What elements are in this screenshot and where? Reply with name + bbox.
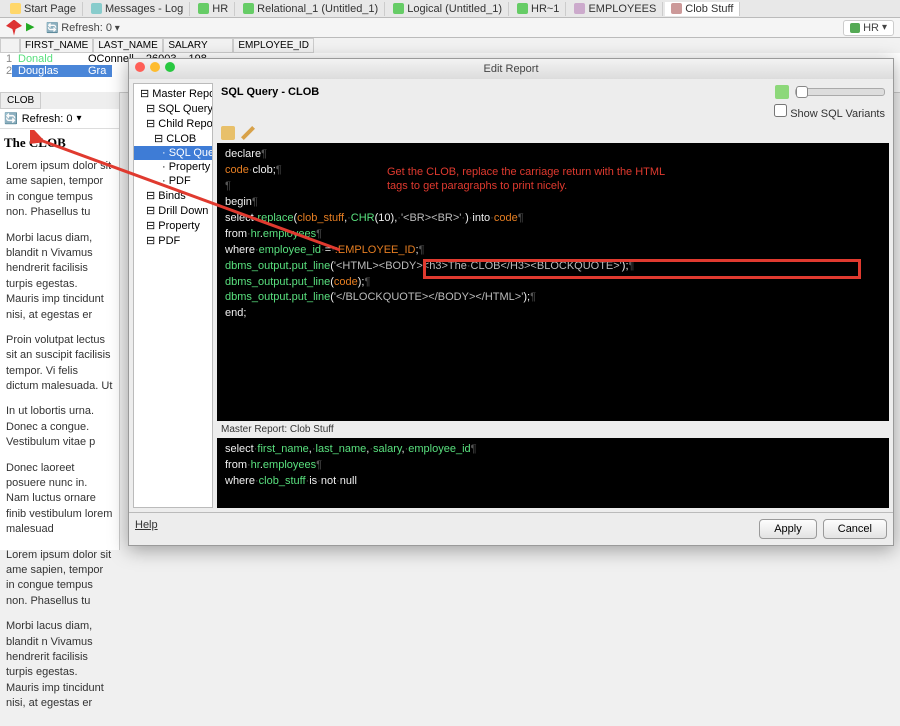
- clob-content: Lorem ipsum dolor sit ame sapien, tempor…: [0, 155, 119, 726]
- col-employee-id[interactable]: EMPLOYEE_ID: [233, 38, 314, 53]
- show-variants-checkbox[interactable]: Show SQL Variants: [774, 104, 885, 120]
- col-first-name[interactable]: FIRST_NAME: [20, 38, 93, 53]
- dialog-title: Edit Report: [483, 63, 538, 75]
- zoom-icon[interactable]: [165, 62, 175, 72]
- sql-editor-master[interactable]: select·first_name,·last_name,·salary,·em…: [217, 438, 889, 508]
- tab-logical[interactable]: Logical (Untitled_1): [387, 2, 509, 16]
- minimize-icon[interactable]: [150, 62, 160, 72]
- execute-icon[interactable]: [775, 85, 789, 99]
- tree-node[interactable]: · PDF: [134, 174, 212, 188]
- tree-node[interactable]: ⊟ Child Reports: [134, 116, 212, 131]
- panel-title: The CLOB: [0, 129, 119, 155]
- refresh-label[interactable]: 🔄 Refresh: 0 ▾: [46, 22, 120, 34]
- tree-node[interactable]: · SQL Query: [134, 146, 212, 160]
- master-report-label: Master Report: Clob Stuff: [217, 421, 889, 438]
- tab-clob-stuff[interactable]: Clob Stuff: [665, 2, 740, 16]
- run-icon[interactable]: ▶: [26, 20, 42, 36]
- tab-start-page[interactable]: Start Page: [4, 2, 83, 16]
- tree-node[interactable]: ⊟ Property: [134, 218, 212, 233]
- tab-relational[interactable]: Relational_1 (Untitled_1): [237, 2, 385, 16]
- side-refresh-label: Refresh: 0: [22, 113, 73, 125]
- tab-hr1[interactable]: HR~1: [511, 2, 566, 16]
- db-icon: [850, 23, 860, 33]
- pin-icon[interactable]: [6, 20, 22, 36]
- edit-icon[interactable]: [241, 126, 255, 140]
- sql-editor-main[interactable]: Get the CLOB, replace the carriage retur…: [217, 143, 889, 421]
- refresh-icon[interactable]: 🔄: [4, 112, 18, 125]
- tree-node[interactable]: ⊟ Master Report: [134, 86, 212, 101]
- tree-node[interactable]: ⊟ CLOB: [134, 131, 212, 146]
- pane-title: SQL Query - CLOB: [221, 86, 319, 98]
- col-salary[interactable]: SALARY: [163, 38, 233, 53]
- side-tab-clob[interactable]: CLOB: [0, 92, 41, 109]
- document-tabs: Start Page Messages - Log HR Relational_…: [0, 0, 900, 18]
- tree-node[interactable]: ⊟ SQL Query: [134, 101, 212, 116]
- worksheet-toolbar: ▶ 🔄 Refresh: 0 ▾ HR ▾: [0, 18, 900, 38]
- folder-icon[interactable]: [221, 126, 235, 140]
- tree-node[interactable]: · Property: [134, 160, 212, 174]
- dialog-titlebar[interactable]: Edit Report: [129, 59, 893, 79]
- connection-badge[interactable]: HR ▾: [843, 20, 894, 36]
- cancel-button[interactable]: Cancel: [823, 519, 887, 539]
- tree-node[interactable]: ⊟ PDF: [134, 233, 212, 248]
- edit-report-dialog: Edit Report ⊟ Master Report⊟ SQL Query⊟ …: [128, 58, 894, 546]
- zoom-slider[interactable]: [795, 88, 885, 96]
- detail-panel: CLOB 🔄Refresh: 0 ▾ The CLOB Lorem ipsum …: [0, 92, 120, 550]
- report-tree[interactable]: ⊟ Master Report⊟ SQL Query⊟ Child Report…: [133, 83, 213, 508]
- apply-button[interactable]: Apply: [759, 519, 817, 539]
- col-last-name[interactable]: LAST_NAME: [93, 38, 163, 53]
- tab-hr[interactable]: HR: [192, 2, 235, 16]
- tab-employees[interactable]: EMPLOYEES: [568, 2, 663, 16]
- close-icon[interactable]: [135, 62, 145, 72]
- help-link[interactable]: Help: [135, 519, 158, 539]
- tab-messages[interactable]: Messages - Log: [85, 2, 190, 16]
- tree-node[interactable]: ⊟ Drill Down: [134, 203, 212, 218]
- annotation-text: Get the CLOB, replace the carriage retur…: [387, 165, 665, 194]
- tree-node[interactable]: ⊟ Binds: [134, 188, 212, 203]
